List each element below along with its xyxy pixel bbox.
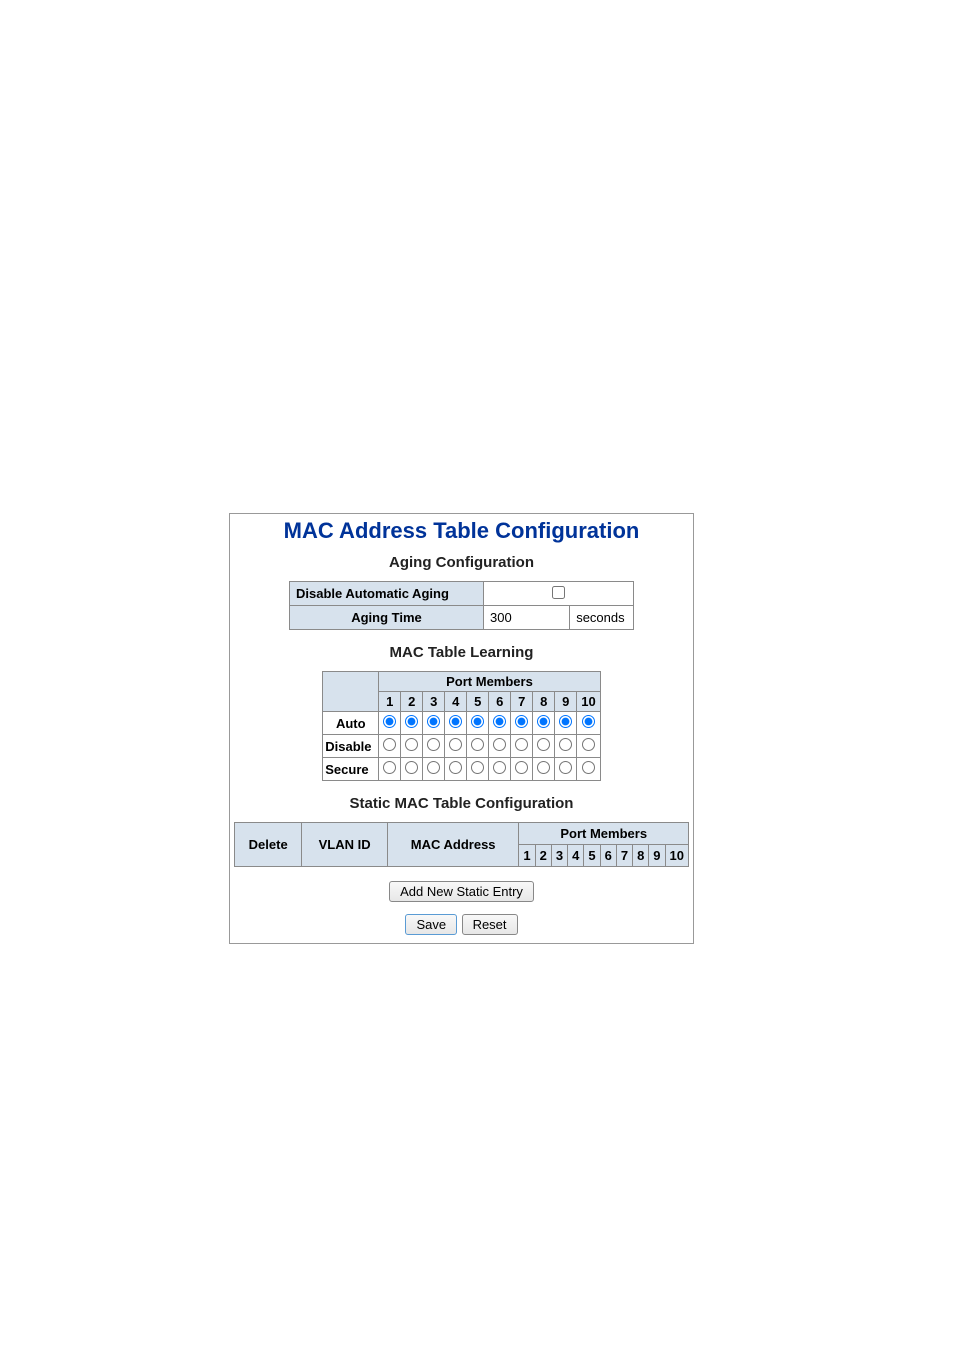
radio-auto-port10[interactable] xyxy=(582,715,595,728)
port-header: 3 xyxy=(423,692,445,712)
mac-address-table-panel: MAC Address Table Configuration Aging Co… xyxy=(229,513,694,944)
radio-secure-port8[interactable] xyxy=(537,761,550,774)
radio-auto-port6[interactable] xyxy=(493,715,506,728)
radio-disable-port5[interactable] xyxy=(471,738,484,751)
radio-secure-port4[interactable] xyxy=(449,761,462,774)
reset-button[interactable]: Reset xyxy=(462,914,518,935)
static-port-header: 2 xyxy=(535,845,551,867)
aging-config-table: Disable Automatic Aging Aging Time secon… xyxy=(289,581,634,630)
port-header: 5 xyxy=(467,692,489,712)
static-port-header: 5 xyxy=(584,845,600,867)
disable-auto-aging-checkbox[interactable] xyxy=(552,586,565,599)
radio-auto-port7[interactable] xyxy=(515,715,528,728)
learning-row-disable: Disable xyxy=(323,735,600,758)
radio-auto-port4[interactable] xyxy=(449,715,462,728)
aging-section-title: Aging Configuration xyxy=(234,554,689,571)
learning-section-title: MAC Table Learning xyxy=(234,644,689,661)
radio-disable-port3[interactable] xyxy=(427,738,440,751)
port-header: 9 xyxy=(555,692,577,712)
radio-disable-port4[interactable] xyxy=(449,738,462,751)
radio-auto-port3[interactable] xyxy=(427,715,440,728)
port-header: 10 xyxy=(577,692,600,712)
learning-row-label: Secure xyxy=(323,758,379,781)
radio-disable-port9[interactable] xyxy=(559,738,572,751)
mac-table-learning: Port Members 1 2 3 4 5 6 7 8 9 10 Auto xyxy=(322,671,600,781)
learning-row-auto: Auto xyxy=(323,712,600,735)
port-members-header: Port Members xyxy=(379,672,600,692)
static-port-header: 3 xyxy=(551,845,567,867)
static-port-header: 10 xyxy=(665,845,688,867)
static-port-header: 8 xyxy=(633,845,649,867)
radio-secure-port2[interactable] xyxy=(405,761,418,774)
radio-auto-port8[interactable] xyxy=(537,715,550,728)
radio-secure-port3[interactable] xyxy=(427,761,440,774)
learning-row-secure: Secure xyxy=(323,758,600,781)
disable-auto-aging-label: Disable Automatic Aging xyxy=(290,582,484,606)
page-title: MAC Address Table Configuration xyxy=(234,518,689,544)
radio-auto-port5[interactable] xyxy=(471,715,484,728)
learning-row-label: Disable xyxy=(323,735,379,758)
learning-blank-header xyxy=(323,672,379,712)
port-header: 1 xyxy=(379,692,401,712)
static-port-header: 1 xyxy=(519,845,535,867)
radio-secure-port7[interactable] xyxy=(515,761,528,774)
add-new-static-entry-button[interactable]: Add New Static Entry xyxy=(389,881,534,902)
radio-secure-port10[interactable] xyxy=(582,761,595,774)
radio-secure-port9[interactable] xyxy=(559,761,572,774)
radio-disable-port1[interactable] xyxy=(383,738,396,751)
radio-auto-port9[interactable] xyxy=(559,715,572,728)
static-port-header: 9 xyxy=(649,845,665,867)
static-port-header: 4 xyxy=(568,845,584,867)
static-mac-table: Delete VLAN ID MAC Address Port Members … xyxy=(234,822,689,867)
port-header: 7 xyxy=(511,692,533,712)
learning-row-label: Auto xyxy=(323,712,379,735)
radio-secure-port1[interactable] xyxy=(383,761,396,774)
save-button[interactable]: Save xyxy=(405,914,457,935)
static-port-header: 7 xyxy=(616,845,632,867)
port-header: 6 xyxy=(489,692,511,712)
radio-auto-port2[interactable] xyxy=(405,715,418,728)
radio-disable-port7[interactable] xyxy=(515,738,528,751)
port-header: 2 xyxy=(401,692,423,712)
static-section-title: Static MAC Table Configuration xyxy=(234,795,689,812)
port-header: 8 xyxy=(533,692,555,712)
radio-disable-port6[interactable] xyxy=(493,738,506,751)
aging-time-input[interactable] xyxy=(486,609,564,626)
radio-secure-port5[interactable] xyxy=(471,761,484,774)
static-port-header: 6 xyxy=(600,845,616,867)
radio-auto-port1[interactable] xyxy=(383,715,396,728)
radio-disable-port8[interactable] xyxy=(537,738,550,751)
static-header-mac: MAC Address xyxy=(387,823,519,867)
port-header: 4 xyxy=(445,692,467,712)
radio-disable-port10[interactable] xyxy=(582,738,595,751)
aging-time-label: Aging Time xyxy=(290,606,484,630)
static-header-delete: Delete xyxy=(235,823,302,867)
aging-time-unit: seconds xyxy=(570,606,634,630)
static-header-vlan: VLAN ID xyxy=(302,823,388,867)
static-port-members-header: Port Members xyxy=(519,823,689,845)
radio-disable-port2[interactable] xyxy=(405,738,418,751)
radio-secure-port6[interactable] xyxy=(493,761,506,774)
